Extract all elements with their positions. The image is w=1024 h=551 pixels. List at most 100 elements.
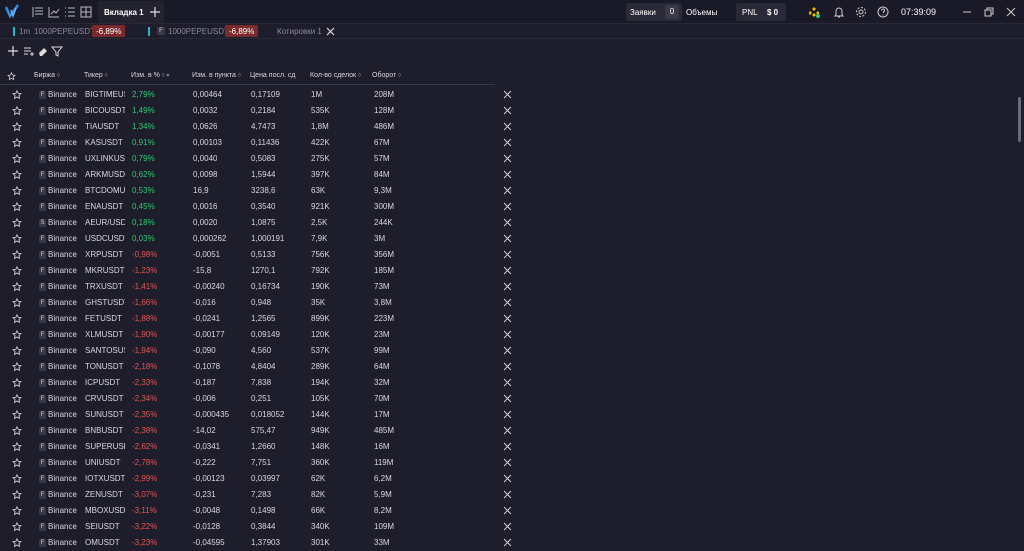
ticker-cell[interactable]: GHSTUSDT [85,298,125,307]
favorite-star-icon[interactable] [12,202,22,212]
favorite-star-icon[interactable] [12,394,22,404]
scrollbar[interactable] [1018,97,1021,142]
ticker-cell[interactable]: UXLINKUSDT [85,154,125,163]
favorite-star-icon[interactable] [12,426,22,436]
remove-row-icon[interactable] [503,138,512,147]
table-row[interactable]: F Binance XRPUSDT -0,98% -0,0051 0,5133 756K 35… [0,247,520,263]
ticker-cell[interactable]: ZENUSDT [85,490,125,499]
table-row[interactable]: F Binance IOTXUSDT -2,99% -0,00123 0,03997 62K… [0,471,520,487]
close-tab-icon[interactable] [326,27,335,36]
remove-row-icon[interactable] [503,362,512,371]
remove-row-icon[interactable] [503,122,512,131]
ticker-cell[interactable]: UNIUSDT [85,458,125,467]
remove-row-icon[interactable] [503,250,512,259]
favorite-star-icon[interactable] [12,346,22,356]
remove-row-icon[interactable] [503,266,512,275]
ticker-cell[interactable]: XLMUSDT [85,330,125,339]
remove-row-icon[interactable] [503,218,512,227]
ticker-cell[interactable]: MBOXUSDT [85,506,125,515]
remove-row-icon[interactable] [503,202,512,211]
favorite-star-icon[interactable] [12,90,22,100]
table-row[interactable]: F Binance ICPUSDT -2,33% -0,187 7,838 194K 32M [0,375,520,391]
ticker-cell[interactable]: MKRUSDT [85,266,125,275]
bell-icon[interactable] [833,6,845,18]
column-header-last-price[interactable]: Цена посл. сд [250,72,305,79]
grid-icon[interactable] [80,6,92,18]
favorite-star-icon[interactable] [12,298,22,308]
favorite-star-icon[interactable] [12,218,22,228]
remove-row-icon[interactable] [503,330,512,339]
star-header-icon[interactable] [7,72,16,81]
favorite-star-icon[interactable] [12,442,22,452]
volumes-button[interactable]: Объемы [686,8,717,17]
ticker-cell[interactable]: ARKMUSDT [85,170,125,179]
sidebar-toggle-icon[interactable] [32,6,44,18]
table-row[interactable]: F Binance OMUSDT -3,23% -0,04595 1,37903 301K 3… [0,535,520,551]
table-row[interactable]: FBinance BIGTIMEUSDT 2,79% 0,00464 0,17109 1M… [0,87,520,103]
favorite-star-icon[interactable] [12,250,22,260]
remove-row-icon[interactable] [503,378,512,387]
remove-row-icon[interactable] [503,506,512,515]
remove-row-icon[interactable] [503,346,512,355]
gear-icon[interactable] [855,6,867,18]
table-row[interactable]: F Binance SEIUSDT -3,22% -0,0128 0,3844 340K 10… [0,519,520,535]
favorite-star-icon[interactable] [12,410,22,420]
ticker-cell[interactable]: TONUSDT [85,362,125,371]
favorite-star-icon[interactable] [12,282,22,292]
remove-row-icon[interactable] [503,426,512,435]
table-row[interactable]: FBinance SANTOSUSDT -1,94% -0,090 4,560 537K 9… [0,343,520,359]
eraser-icon[interactable] [37,45,49,57]
remove-row-icon[interactable] [503,410,512,419]
table-row[interactable]: F Binance TIAUSDT 1,34% 0,0626 4,7473 1,8M 486M [0,119,520,135]
column-header-change-pct[interactable]: Изм. в % ◊ ▾ [131,72,169,79]
close-window-icon[interactable] [1005,6,1017,18]
remove-row-icon[interactable] [503,538,512,547]
favorite-star-icon[interactable] [12,234,22,244]
remove-row-icon[interactable] [503,154,512,163]
table-row[interactable]: F Binance KASUSDT 0,91% 0,00103 0,11436 422K 67… [0,135,520,151]
column-header-ticker[interactable]: Тикер ◊ [84,72,108,79]
table-row[interactable]: F Binance BNBUSDT -2,38% -14,02 575,47 949K 485… [0,423,520,439]
restore-icon[interactable] [983,6,995,18]
table-row[interactable]: SBinance AEUR/USDT 0,18% 0,0020 1,0875 2,5K 24… [0,215,520,231]
table-row[interactable]: F Binance FETUSDT -1,88% -0,0241 1,2565 899K 22… [0,311,520,327]
table-row[interactable]: F Binance BICOUSDT 1,49% 0,0032 0,2184 535K 128… [0,103,520,119]
ticker-cell[interactable]: ICPUSDT [85,378,125,387]
column-header-turnover[interactable]: Оборот ◊ [372,72,401,79]
table-row[interactable]: F Binance SUNUSDT -2,35% -0,000435 0,018052 14… [0,407,520,423]
favorite-star-icon[interactable] [12,362,22,372]
ticker-cell[interactable]: SUPERUSDT [85,442,125,451]
interval-label[interactable]: 1m [19,27,30,36]
chart-symbol-right[interactable]: 1000PEPEUSDT [168,27,229,36]
ticker-cell[interactable]: AEUR/USDT [85,218,125,227]
ticker-cell[interactable]: BIGTIMEUSDT [85,90,125,99]
chart-icon[interactable] [48,6,60,18]
favorite-star-icon[interactable] [12,330,22,340]
ticker-cell[interactable]: BICOUSDT [85,106,125,115]
favorite-star-icon[interactable] [12,170,22,180]
table-row[interactable]: F Binance CRVUSDT -2,34% -0,006 0,251 105K 70M [0,391,520,407]
list-icon[interactable] [64,6,76,18]
chart-symbol-left[interactable]: 1000PEPEUSDT [34,27,95,36]
remove-row-icon[interactable] [503,90,512,99]
column-header-deals[interactable]: Кол-во сделок ◊ [310,72,361,79]
ticker-cell[interactable]: XRPUSDT [85,250,125,259]
remove-row-icon[interactable] [503,522,512,531]
ticker-cell[interactable]: IOTXUSDT [85,474,125,483]
favorite-star-icon[interactable] [12,522,22,532]
remove-row-icon[interactable] [503,282,512,291]
remove-row-icon[interactable] [503,234,512,243]
table-row[interactable]: F Binance XLMUSDT -1,90% -0,00177 0,09149 120K… [0,327,520,343]
minimize-icon[interactable] [961,6,973,18]
favorite-star-icon[interactable] [12,378,22,388]
column-header-change-pts[interactable]: Изм. в пункта ◊ [192,72,241,79]
table-row[interactable]: F Binance ZENUSDT -3,07% -0,231 7,283 82K 5,9M [0,487,520,503]
ticker-cell[interactable]: TIAUSDT [85,122,125,131]
ticker-cell[interactable]: FETUSDT [85,314,125,323]
favorite-star-icon[interactable] [12,266,22,276]
filter-icon[interactable] [51,45,63,57]
ticker-cell[interactable]: OMUSDT [85,538,125,547]
tab-quotes[interactable]: Котировки 1 [277,27,322,36]
favorite-star-icon[interactable] [12,490,22,500]
table-row[interactable]: F Binance GHSTUSDT -1,66% -0,016 0,948 35K 3,8M [0,295,520,311]
